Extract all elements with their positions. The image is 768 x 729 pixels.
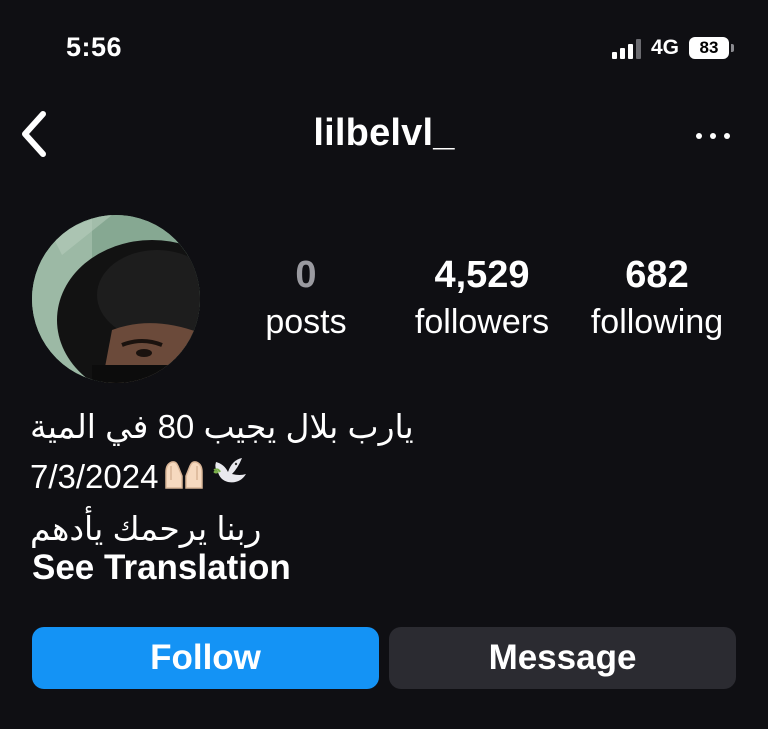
profile-username: lilbelvl_ — [313, 112, 455, 154]
follow-button[interactable]: Follow — [32, 627, 379, 689]
praying-hands-icon — [162, 454, 206, 504]
posts-count: 0 — [295, 254, 317, 296]
following-label: following — [590, 303, 724, 341]
stat-following[interactable]: 682 following — [574, 252, 740, 346]
cellular-signal-icon — [611, 37, 641, 59]
bio-line-1: يارب بلال يجيب 80 في المية — [30, 408, 414, 445]
posts-label: posts — [265, 303, 347, 341]
battery-icon: 83 — [689, 37, 734, 59]
status-indicators: 4G 83 — [611, 36, 734, 60]
dove-icon — [210, 454, 248, 504]
following-count: 682 — [625, 254, 689, 296]
avatar-photo — [32, 215, 200, 383]
followers-count: 4,529 — [434, 254, 530, 296]
more-horizontal-icon — [696, 133, 702, 139]
see-translation-link[interactable]: See Translation — [32, 548, 291, 588]
avatar[interactable] — [32, 215, 200, 383]
network-type: 4G — [650, 36, 679, 59]
battery-level: 83 — [689, 37, 729, 59]
stat-posts: 0 posts — [250, 252, 362, 346]
stat-followers[interactable]: 4,529 followers — [400, 252, 564, 346]
status-time: 5:56 — [66, 32, 123, 62]
bio-line-3: ربنا يرحمك يأدهم — [30, 510, 262, 548]
bio-line-2: 7/3/2024 — [30, 452, 500, 504]
bio-date: 7/3/2024 — [30, 458, 159, 495]
followers-label: followers — [414, 303, 550, 341]
profile-screen: 5:56 4G 83 lilbelvl_ 0 posts 4,529 follo… — [0, 0, 768, 729]
profile-bio: يارب بلال يجيب 80 في المية 7/3/2024 ربنا… — [30, 402, 500, 554]
more-options-button[interactable] — [696, 124, 730, 148]
message-button[interactable]: Message — [389, 627, 736, 689]
